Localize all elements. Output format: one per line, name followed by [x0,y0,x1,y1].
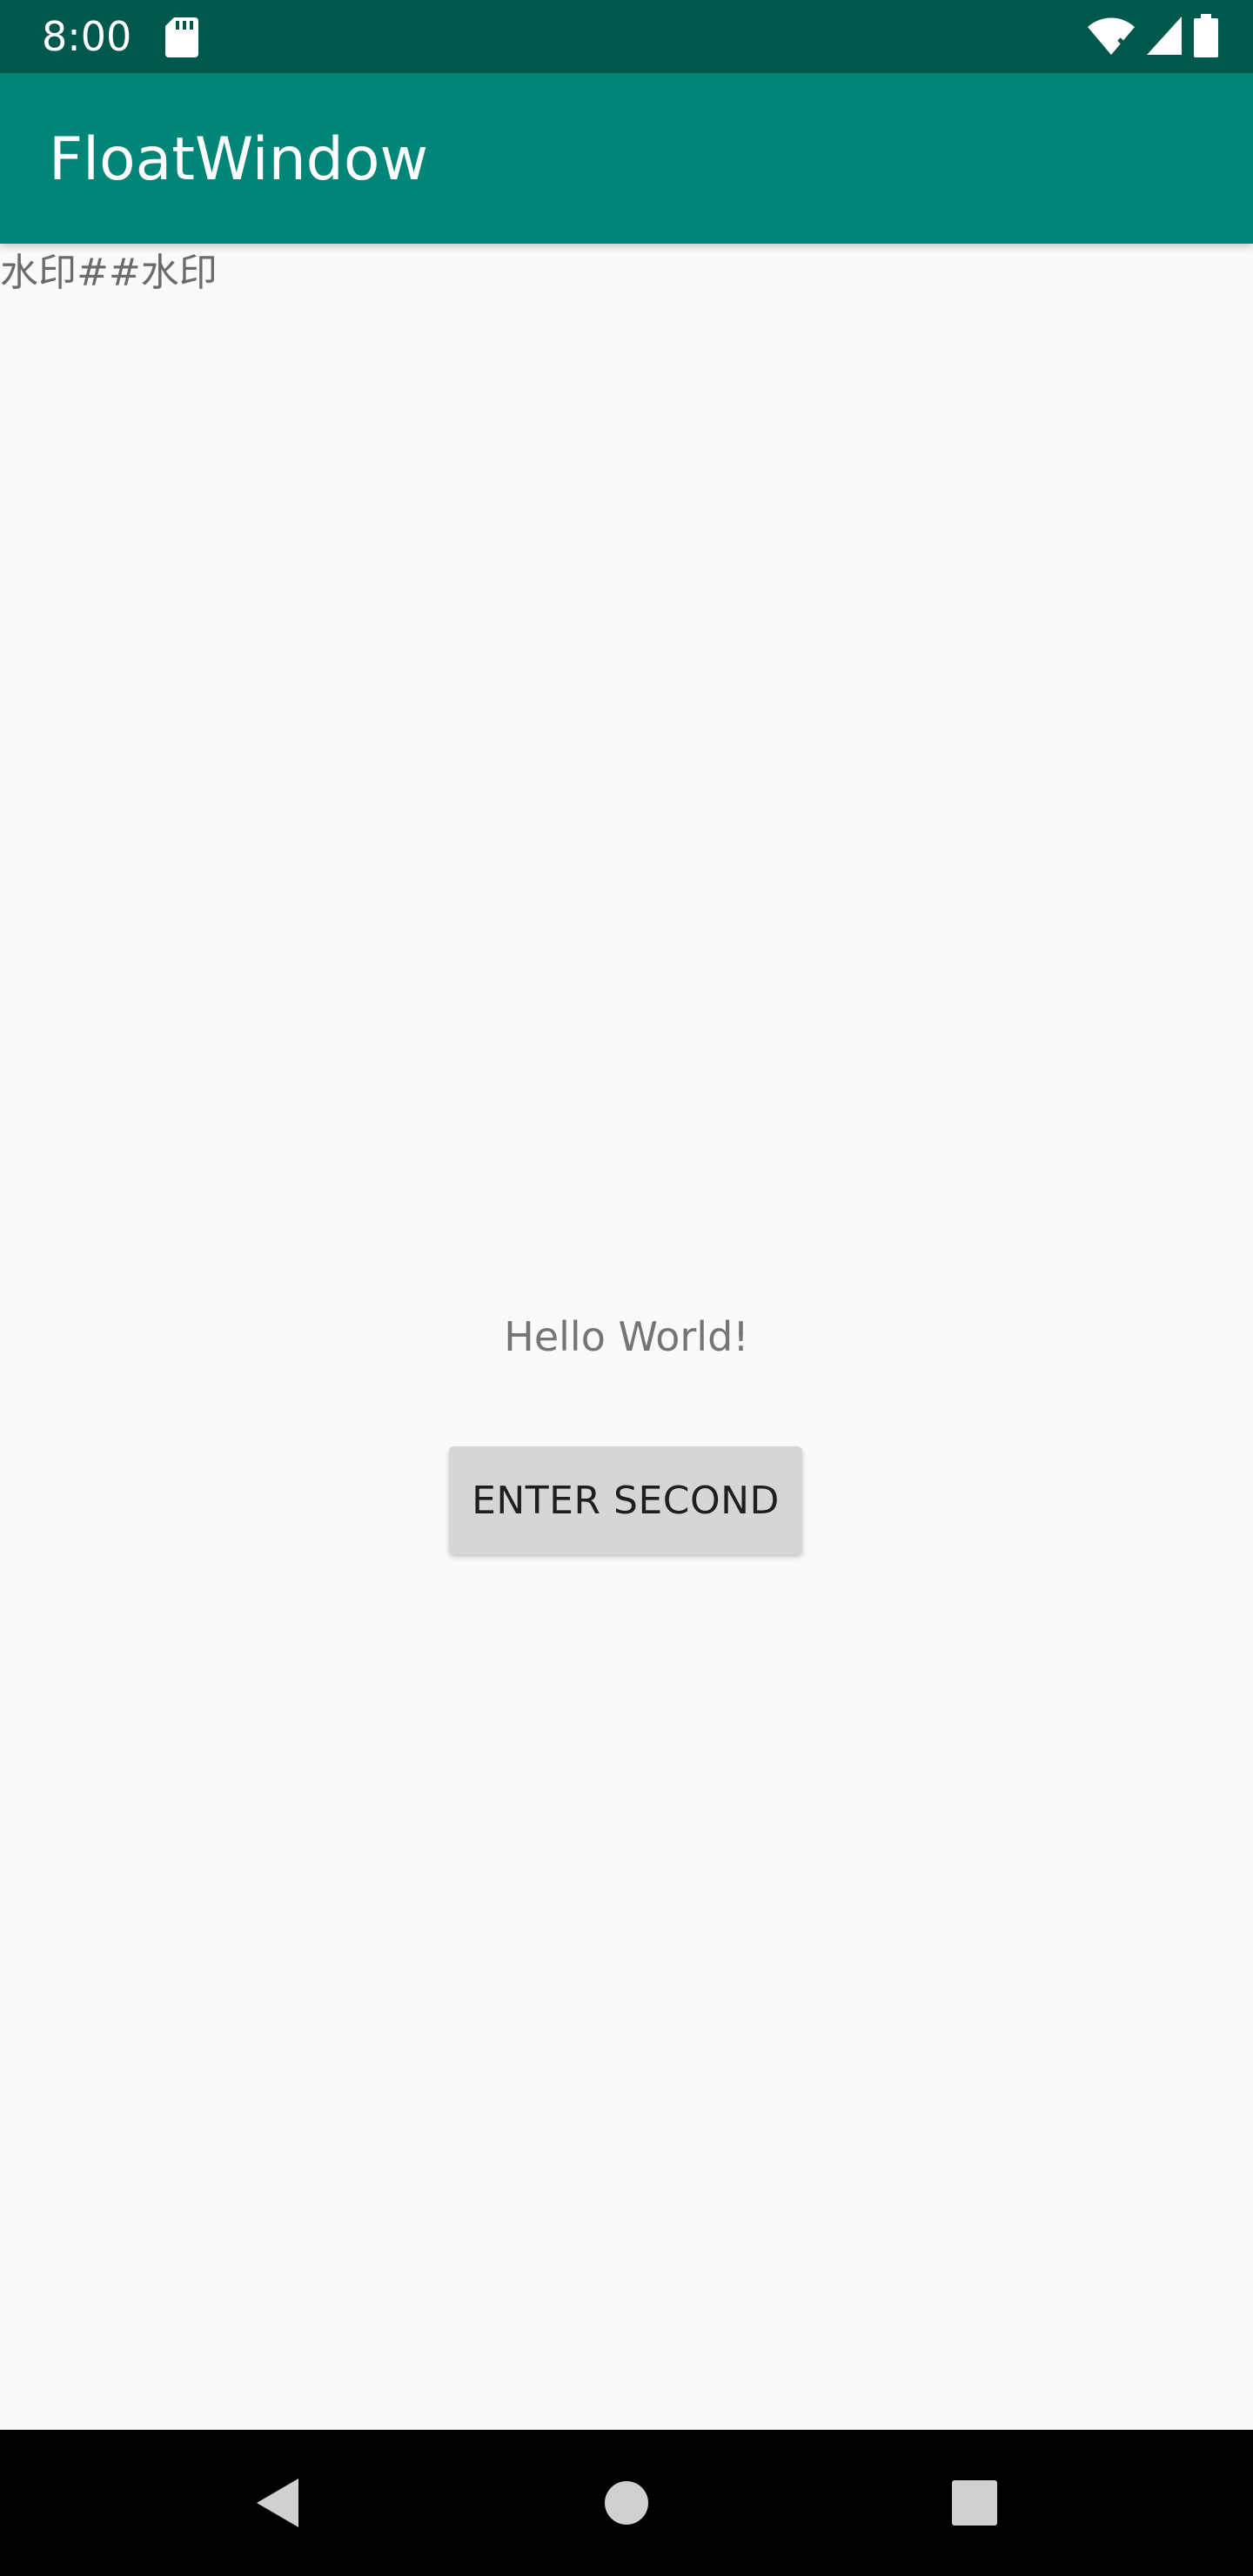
app-title: FloatWindow [49,125,429,194]
home-icon[interactable] [590,2466,663,2539]
status-time: 8:00 [42,13,132,60]
battery-icon [1194,13,1218,62]
recents-icon[interactable] [938,2466,1011,2539]
cell-signal-icon [1147,16,1182,59]
enter-second-button[interactable]: ENTER SECOND [449,1446,802,1554]
status-icons [1088,13,1218,62]
sd-card-icon [165,17,198,57]
navigation-bar [0,2430,1253,2576]
back-icon[interactable] [240,2466,313,2539]
wifi-icon [1088,17,1135,59]
watermark-text: 水印##水印 [0,251,218,295]
status-bar: 8:00 [0,0,1253,73]
screen: 8:00 FloatWindow 水印##水印 Hello World! ENT… [0,0,1253,2576]
hello-text: Hello World! [504,1313,749,1360]
app-bar: FloatWindow [0,73,1253,244]
